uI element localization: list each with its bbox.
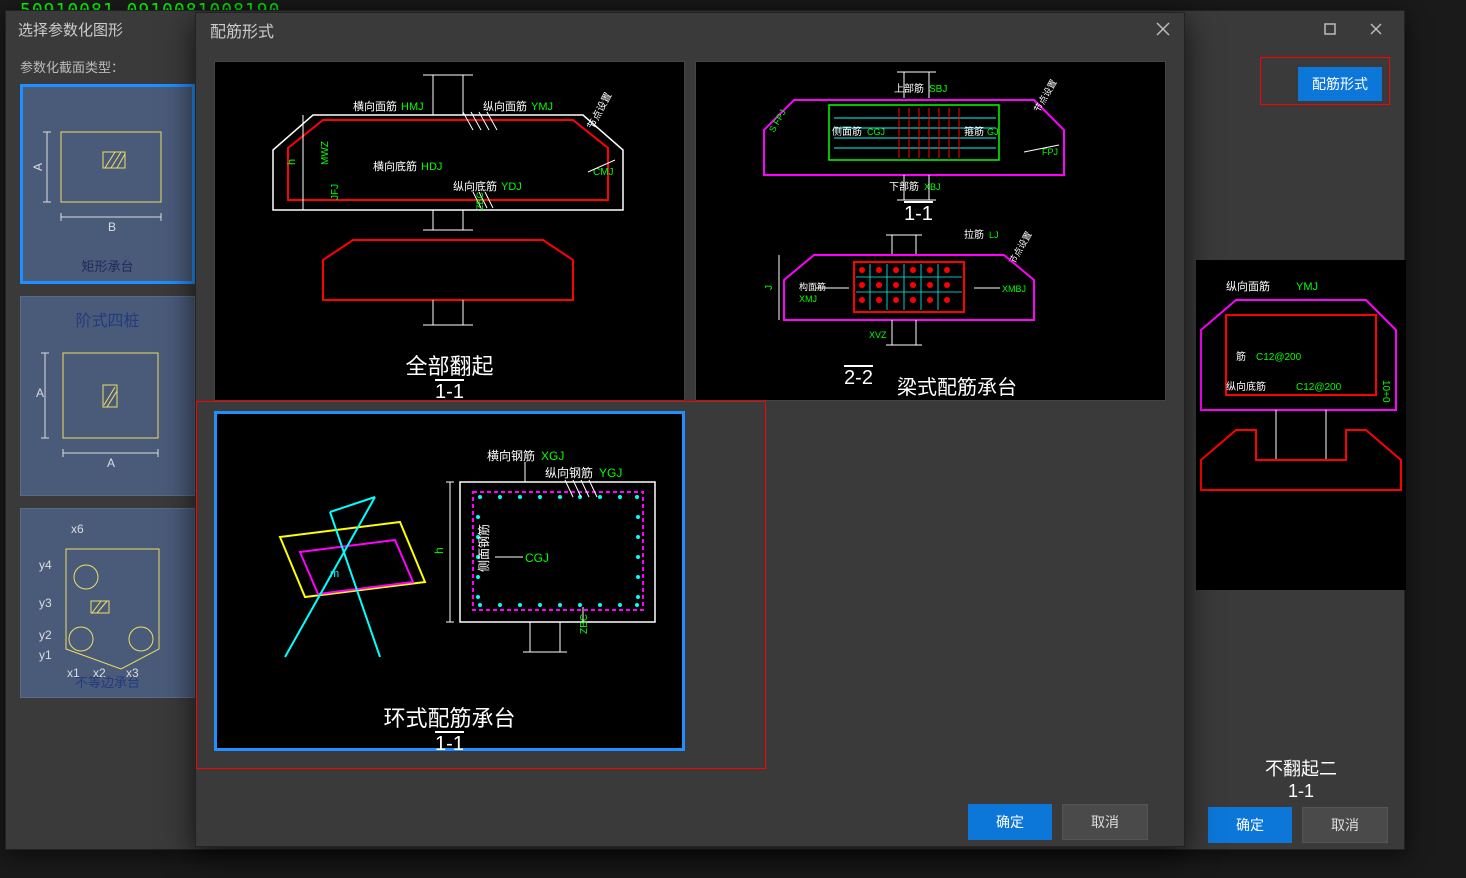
shape-list: 参数化截面类型： A B 矩形承台 <box>20 57 195 791</box>
ok-button[interactable]: 确定 <box>1208 807 1292 843</box>
svg-text:A: A <box>33 163 45 171</box>
svg-text:h: h <box>286 159 298 165</box>
ok-button[interactable]: 确定 <box>968 804 1052 840</box>
close-icon[interactable] <box>1156 20 1170 41</box>
svg-text:m: m <box>330 568 339 580</box>
svg-text:A: A <box>36 386 44 400</box>
svg-text:XGJ: XGJ <box>541 449 564 463</box>
svg-text:XVZ: XVZ <box>869 330 887 340</box>
maximize-button[interactable] <box>1314 17 1346 41</box>
shape-caption: 矩形承台 <box>23 256 192 275</box>
option-caption: 环式配筋承台 <box>225 701 674 733</box>
svg-text:筋: 筋 <box>1236 350 1246 363</box>
option-caption: 梁式配筋承台 <box>897 371 1017 400</box>
svg-text:y3: y3 <box>39 596 52 610</box>
svg-text:横向底筋: 横向底筋 <box>373 159 417 173</box>
svg-text:JFJ: JFJ <box>330 184 341 200</box>
svg-text:XMBJ: XMBJ <box>1002 284 1026 294</box>
cancel-button[interactable]: 取消 <box>1302 807 1388 843</box>
rebar-option-ring[interactable]: m 横向钢筋 XGJ 纵向钢筋 YGJ <box>214 411 685 751</box>
shape-card-step-4pile[interactable]: 阶式四桩 A A <box>20 296 195 496</box>
svg-text:ZBC: ZBC <box>475 191 485 210</box>
option-scroll[interactable]: 横向面筋 HMJ 纵向面筋 YMJ 横向底筋 HDJ 纵向底筋 YDJ CMJ … <box>196 47 1184 798</box>
preview-caption: 不翻起二 <box>1196 755 1406 781</box>
svg-text:CGJ: CGJ <box>867 127 885 137</box>
svg-text:10+0: 10+0 <box>1380 380 1391 403</box>
svg-text:SBJ: SBJ <box>929 84 947 95</box>
svg-text:构面筋: 构面筋 <box>799 281 826 292</box>
svg-text:横向面筋: 横向面筋 <box>353 99 397 113</box>
svg-text:FPJ: FPJ <box>1042 147 1058 157</box>
svg-text:J: J <box>764 285 775 290</box>
svg-text:XMJ: XMJ <box>799 294 817 304</box>
section-type-label: 参数化截面类型： <box>20 57 195 76</box>
svg-text:ZBC: ZBC <box>579 614 590 634</box>
option-section: 1-1 <box>225 733 674 756</box>
rebar-form-button[interactable]: 配筋形式 <box>1298 67 1382 101</box>
rebar-form-dialog: 配筋形式 横向面筋 <box>195 12 1185 847</box>
svg-text:y2: y2 <box>39 628 52 642</box>
svg-text:上部筋: 上部筋 <box>894 82 924 95</box>
svg-text:S FPJ: S FPJ <box>767 108 788 134</box>
svg-text:B: B <box>108 220 116 234</box>
svg-text:节点设置: 节点设置 <box>1032 78 1059 114</box>
svg-text:HDJ: HDJ <box>421 161 442 173</box>
svg-text:y1: y1 <box>39 648 52 662</box>
svg-text:1-1: 1-1 <box>904 203 933 225</box>
svg-text:纵向面筋: 纵向面筋 <box>1226 279 1270 293</box>
svg-text:CGJ: CGJ <box>525 551 549 565</box>
svg-text:箍筋: 箍筋 <box>964 125 984 138</box>
dialog-title: 选择参数化图形 <box>18 19 123 40</box>
svg-text:MWZ: MWZ <box>320 141 331 165</box>
dialog-title: 配筋形式 <box>210 18 274 42</box>
svg-text:侧面钢筋: 侧面钢筋 <box>476 524 491 572</box>
shape-caption: 不等边承台 <box>21 672 194 691</box>
svg-text:纵向底筋: 纵向底筋 <box>453 179 497 193</box>
svg-text:x6: x6 <box>71 522 84 536</box>
shape-card-unequal[interactable]: x6 y4 y3 y2 y1 x1 x2 x3 不等边承台 <box>20 508 195 698</box>
svg-text:C12@200: C12@200 <box>1296 382 1342 393</box>
close-button[interactable] <box>1360 17 1392 41</box>
svg-text:YMJ: YMJ <box>531 101 553 113</box>
background-preview: 纵向面筋 YMJ 筋 C12@200 纵向底筋 C12@200 10+0 不翻起… <box>1196 260 1406 590</box>
rebar-option-beam[interactable]: 上部筋 SBJ 侧面筋 CGJ 箍筋 GJ FPJ <box>695 61 1166 401</box>
rebar-option-all-flip[interactable]: 横向面筋 HMJ 纵向面筋 YMJ 横向底筋 HDJ 纵向底筋 YDJ CMJ … <box>214 61 685 401</box>
svg-text:横向钢筋: 横向钢筋 <box>487 448 535 463</box>
option-caption: 全部翻起 <box>223 349 676 381</box>
cancel-button[interactable]: 取消 <box>1062 804 1148 840</box>
svg-text:HMJ: HMJ <box>401 101 424 113</box>
svg-text:纵向底筋: 纵向底筋 <box>1226 380 1266 393</box>
option-section: 2-2 <box>844 367 873 400</box>
shape-card-rect[interactable]: A B 矩形承台 <box>20 84 195 284</box>
svg-text:YGJ: YGJ <box>599 466 622 480</box>
svg-text:GJ: GJ <box>987 127 999 137</box>
svg-text:YMJ: YMJ <box>1296 281 1318 293</box>
svg-text:A: A <box>107 456 115 470</box>
svg-text:y4: y4 <box>39 558 52 572</box>
svg-text:纵向面筋: 纵向面筋 <box>483 99 527 113</box>
shape-caption: 阶式四桩 <box>31 307 184 331</box>
preview-subcaption: 1-1 <box>1196 781 1406 802</box>
svg-text:XBJ: XBJ <box>924 182 941 192</box>
svg-text:侧面筋: 侧面筋 <box>832 125 862 138</box>
svg-text:C12@200: C12@200 <box>1256 352 1302 363</box>
svg-text:YDJ: YDJ <box>501 181 522 193</box>
svg-text:纵向钢筋: 纵向钢筋 <box>545 465 593 480</box>
svg-text:h: h <box>432 547 446 554</box>
svg-text:LJ: LJ <box>989 230 999 240</box>
titlebar: 配筋形式 <box>196 13 1184 47</box>
option-section: 1-1 <box>223 381 676 404</box>
svg-text:节点设置: 节点设置 <box>585 90 614 131</box>
svg-text:拉筋: 拉筋 <box>964 228 984 241</box>
